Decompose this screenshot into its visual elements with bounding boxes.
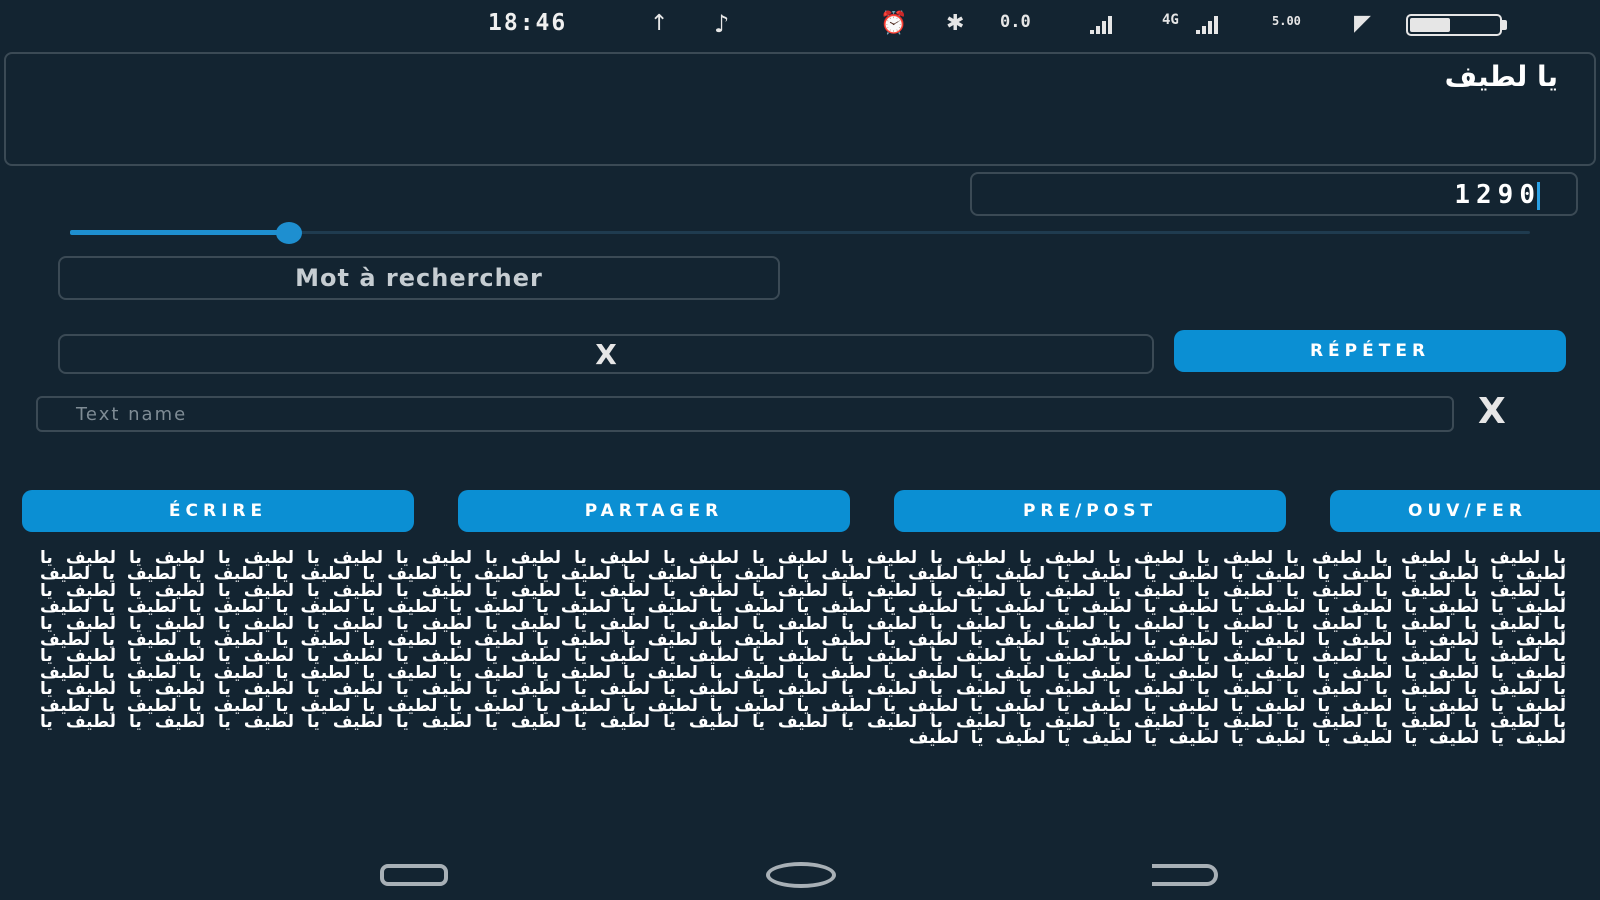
repeated-output-text: يا لطيف يا لطيف يا لطيف يا لطيف يا لطيف … bbox=[40, 550, 1566, 749]
search-word-label: Mot à rechercher bbox=[295, 264, 543, 292]
recent-apps-icon[interactable] bbox=[380, 864, 448, 886]
status-time: 18:46 bbox=[488, 10, 568, 36]
bluetooth-icon: ✱ bbox=[946, 11, 965, 36]
signal-icon bbox=[1090, 14, 1112, 34]
network-speed: 0.0 bbox=[1000, 12, 1031, 32]
close-icon[interactable]: X bbox=[1478, 394, 1506, 430]
prepost-button[interactable]: PRE/POST bbox=[894, 490, 1286, 532]
wifi-icon: ◤ bbox=[1354, 11, 1371, 36]
count-value: 1290 bbox=[1454, 180, 1541, 210]
upload-arrow-icon: ↑ bbox=[650, 11, 669, 36]
text-name-placeholder: Text name bbox=[76, 403, 188, 425]
slider-fill bbox=[70, 230, 289, 235]
open-close-button[interactable]: OUV/FER bbox=[1330, 490, 1600, 532]
text-name-input[interactable]: Text name bbox=[36, 396, 1454, 432]
back-icon[interactable] bbox=[1152, 864, 1218, 886]
battery-cap bbox=[1502, 20, 1507, 30]
main-text-input[interactable]: يا لطيف bbox=[4, 52, 1596, 166]
clear-field-label: X bbox=[595, 337, 617, 371]
share-button[interactable]: PARTAGER bbox=[458, 490, 850, 532]
battery-icon bbox=[1406, 14, 1502, 36]
repeat-slider[interactable] bbox=[70, 222, 1530, 244]
slider-thumb[interactable] bbox=[276, 222, 302, 244]
data-rate: 5.00 bbox=[1272, 14, 1301, 28]
home-icon[interactable] bbox=[766, 862, 836, 888]
alarm-icon: ⏰ bbox=[880, 11, 908, 36]
tiktok-icon: ♪ bbox=[714, 10, 730, 38]
battery-level bbox=[1410, 18, 1450, 32]
text-caret bbox=[1537, 181, 1540, 210]
network-type: 4G bbox=[1162, 12, 1179, 28]
status-bar: 18:46 ↑ ♪ ⏰ ✱ 0.0 4G 5.00 ◤ bbox=[0, 0, 1600, 50]
write-button[interactable]: ÉCRIRE bbox=[22, 490, 414, 532]
signal-icon-2 bbox=[1196, 14, 1218, 34]
search-word-input[interactable]: Mot à rechercher bbox=[58, 256, 780, 300]
count-input[interactable]: 1290 bbox=[970, 172, 1578, 216]
clear-field[interactable]: X bbox=[58, 334, 1154, 374]
repeat-button[interactable]: RÉPÉTER bbox=[1174, 330, 1566, 372]
